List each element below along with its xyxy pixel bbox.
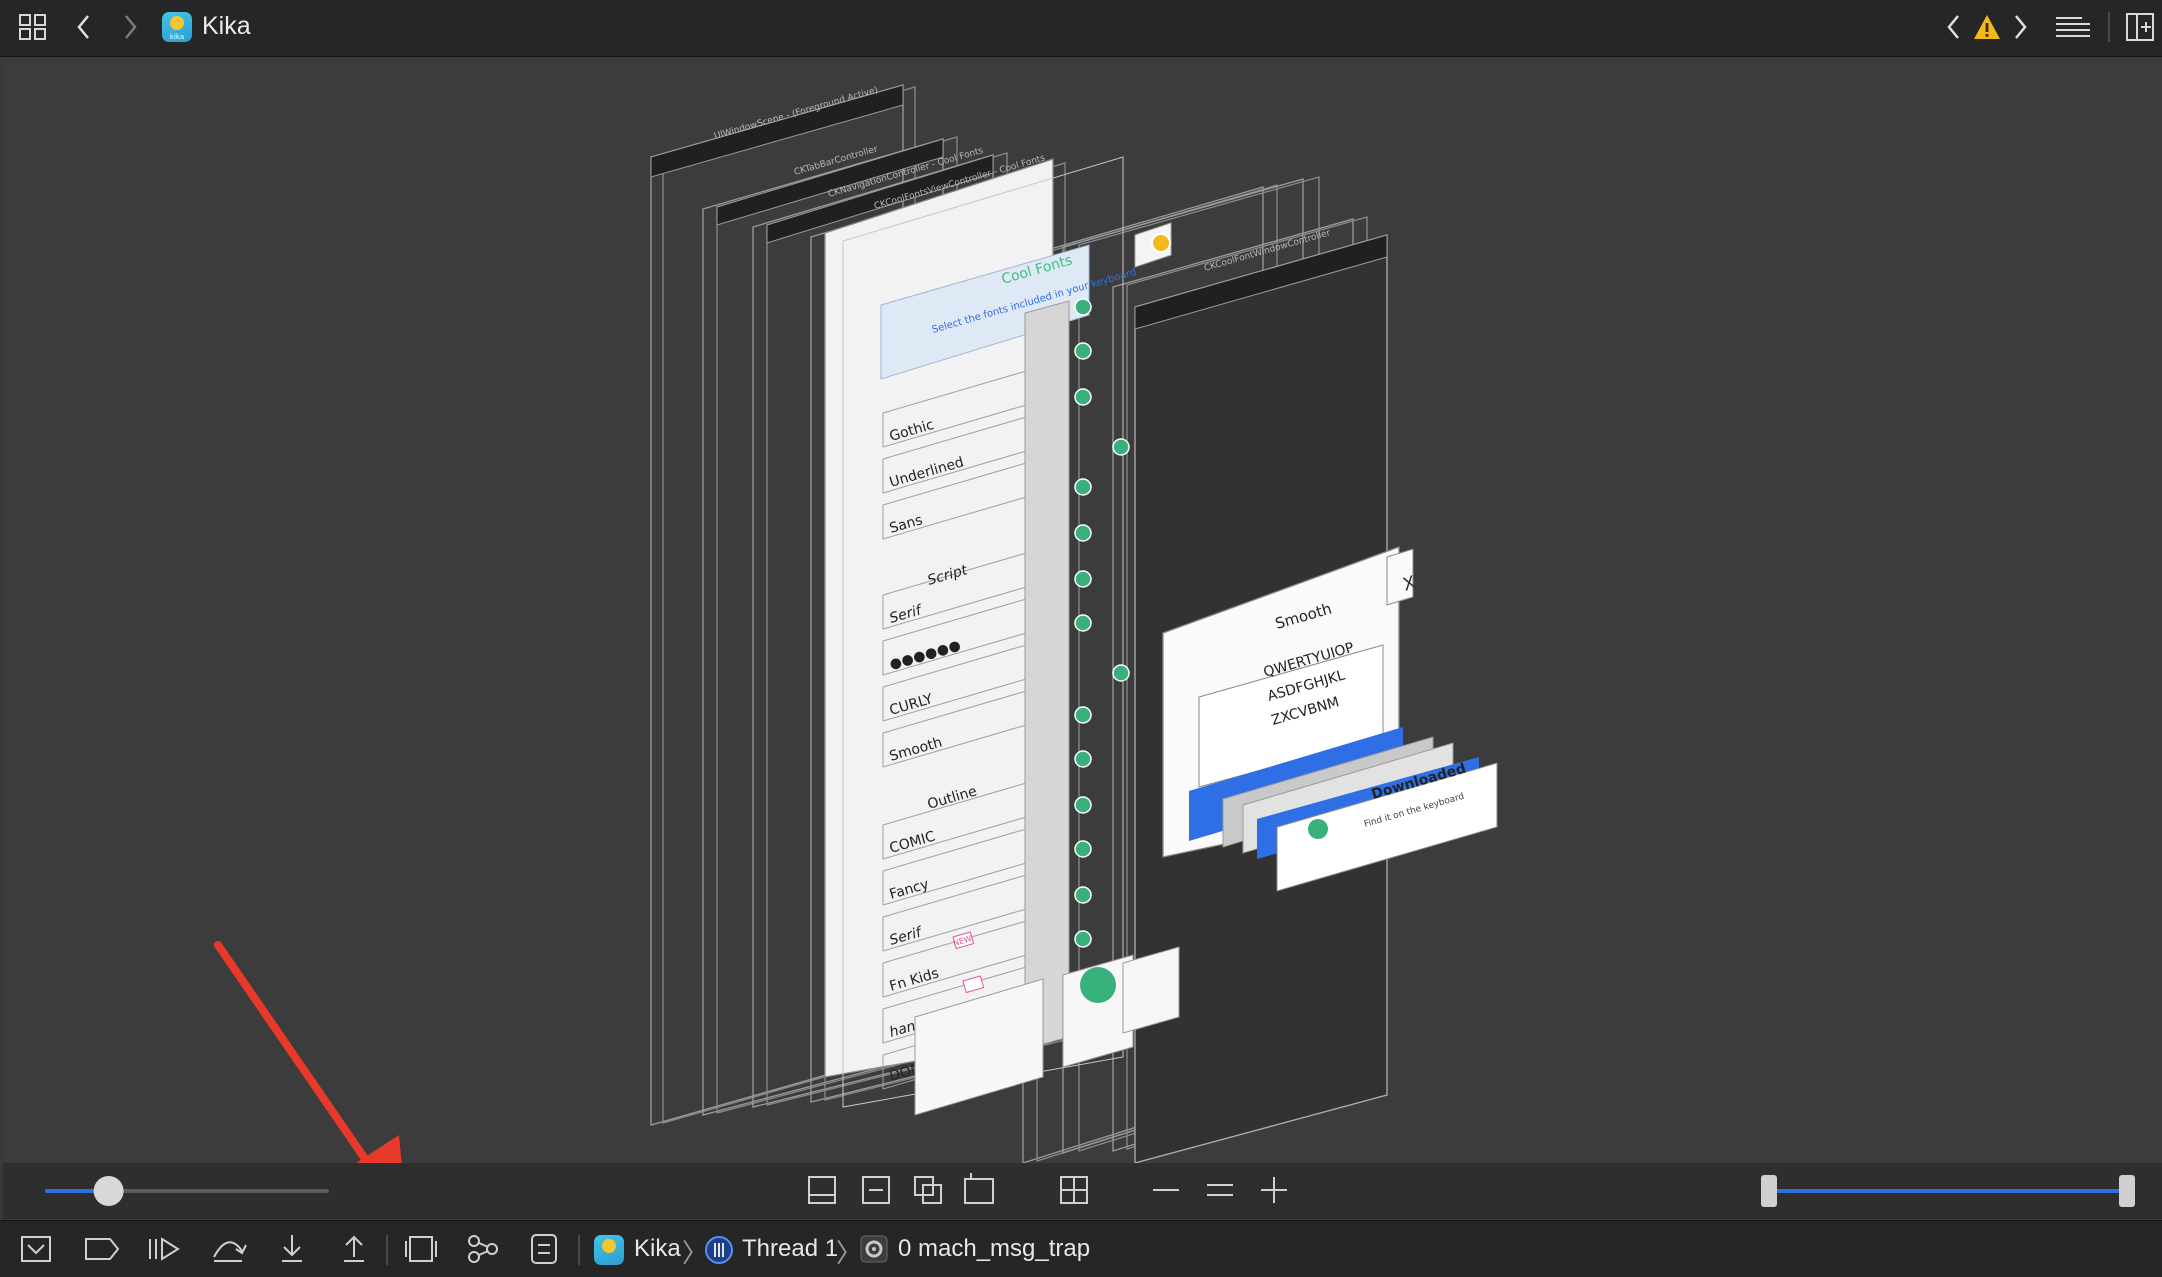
check-icon [1074,298,1092,316]
check-icon [1074,886,1092,904]
warning-icon[interactable] [1972,10,2002,49]
check-icon [1074,706,1092,724]
breadcrumb-chevron-icon: 〉 [836,1238,863,1268]
next-issue-icon[interactable] [2010,10,2030,49]
annotation-arrow [214,941,407,1219]
check-icon [1308,819,1328,839]
debug-divider [386,1235,388,1265]
debug-bar: Kika 〉 Thread 1 〉 0 mach_msg_trap [0,1220,2162,1277]
actual-size-icon[interactable] [1207,1184,1233,1196]
step-into-icon[interactable] [282,1235,302,1262]
check-icon [1074,840,1092,858]
view-controls [45,1173,2135,1207]
check-icon [1074,614,1092,632]
range-slider[interactable] [1761,1175,2135,1207]
breadcrumb-thread[interactable]: Thread 1 [742,1235,838,1263]
view-controls-bar [3,1163,2162,1219]
grid-icon[interactable] [18,10,48,49]
spacing-slider[interactable] [45,1176,329,1206]
debug-controls [21,1234,557,1264]
continue-icon[interactable] [149,1237,180,1261]
app-icon [594,1235,624,1265]
hide-console-icon[interactable] [21,1236,51,1262]
check-icon [1074,342,1092,360]
check-icon [1074,750,1092,768]
frame-gear-icon [860,1235,888,1268]
breakpoints-icon[interactable] [85,1238,120,1260]
step-over-icon[interactable] [213,1241,247,1262]
avatar [1080,967,1116,1003]
back-icon[interactable] [74,10,94,49]
zoom-in-icon[interactable] [1261,1177,1287,1203]
app-icon: kika [162,12,192,42]
window-toolbar: kika Kika [0,0,2162,57]
check-icon [1112,664,1130,682]
check-icon [1074,478,1092,496]
forward-icon[interactable] [120,10,140,49]
window-title: Kika [202,12,251,40]
step-out-icon[interactable] [344,1235,364,1262]
debug-divider [578,1235,580,1265]
orient-3d-icon[interactable] [1060,1176,1088,1204]
thread-icon [704,1235,734,1270]
check-icon [1074,524,1092,542]
exploded-view-3d[interactable]: UIWindowScene - (Foreground Active) CKTa… [3,57,2162,1219]
check-icon [1074,570,1092,588]
environment-overrides-icon[interactable] [531,1234,557,1264]
add-editor-icon[interactable] [2124,10,2156,49]
check-icon [1074,930,1092,948]
clip-icon[interactable] [808,1176,836,1204]
check-icon [1074,796,1092,814]
view-hierarchy-canvas[interactable]: UIWindowScene - (Foreground Active) CKTa… [3,57,2162,1219]
check-icon [1074,388,1092,406]
check-icon [1112,438,1130,456]
show-constraints-icon[interactable] [914,1176,942,1204]
toolbar-divider [2108,12,2110,42]
breadcrumb-frame[interactable]: 0 mach_msg_trap [898,1235,1090,1263]
editor-options-icon[interactable] [2054,10,2092,49]
change-view-icon[interactable] [964,1173,994,1204]
prev-issue-icon[interactable] [1944,10,1964,49]
fit-width-icon[interactable] [862,1176,890,1204]
memory-graph-icon[interactable] [468,1235,498,1263]
view-hierarchy-icon[interactable] [405,1236,437,1262]
breadcrumb-app[interactable]: Kika [634,1235,681,1263]
